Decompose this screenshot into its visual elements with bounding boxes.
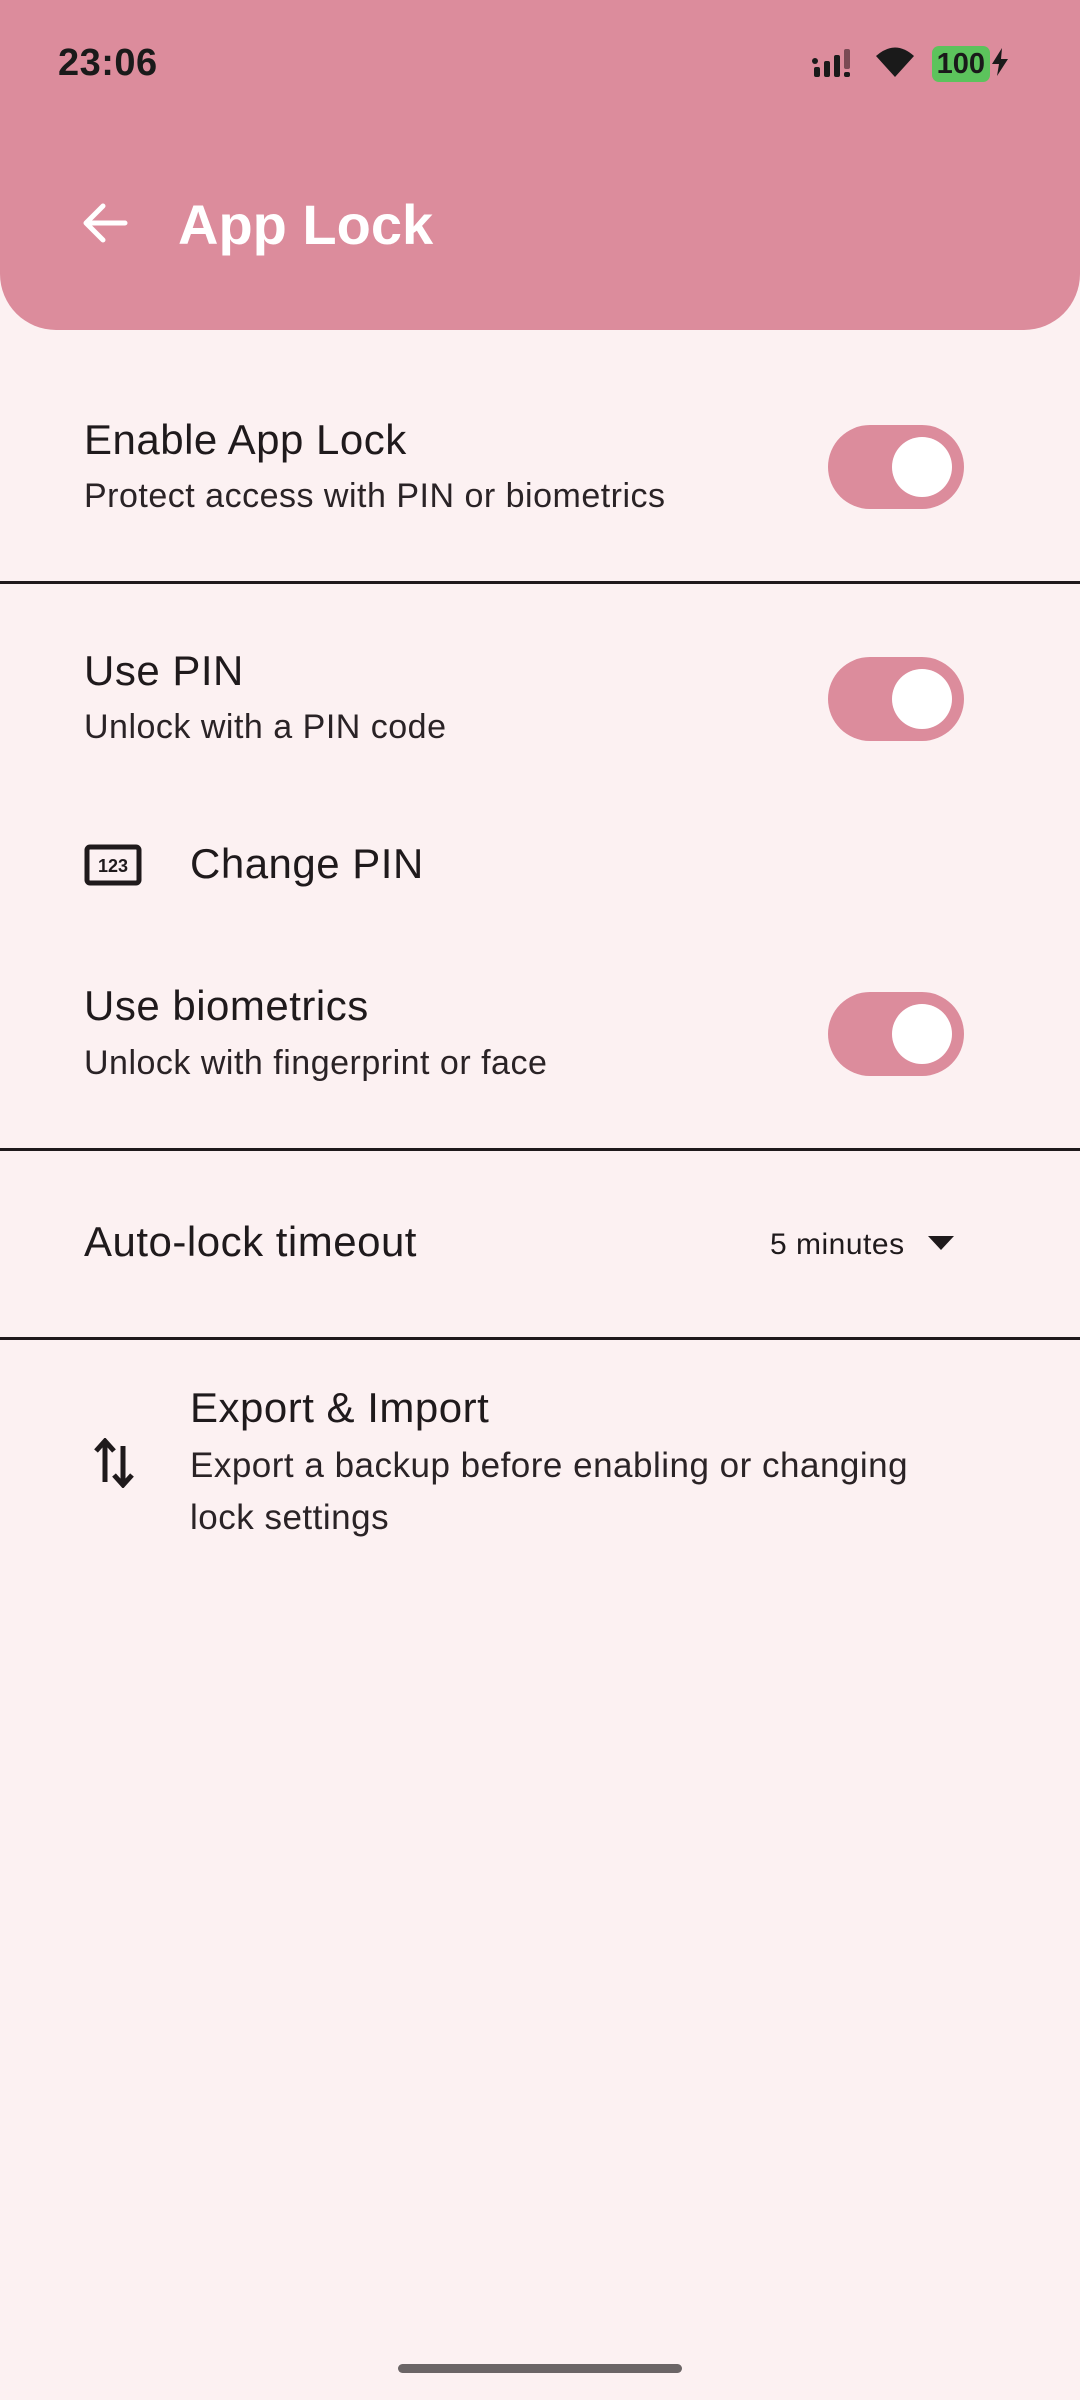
setting-title: Change PIN [190,840,424,887]
charging-icon [990,47,1010,82]
use-pin-switch[interactable] [828,657,964,741]
setting-subtitle-line2: lock settings [190,1498,390,1537]
battery-icon: 100 [931,46,1010,82]
swap-vertical-icon [94,1437,134,1493]
use-biometrics-switch[interactable] [828,992,964,1076]
dropdown-arrow-icon [927,1235,955,1256]
signal-icon [811,45,858,84]
auto-lock-dropdown[interactable]: 5 minutes [770,1220,955,1270]
setting-subtitle: Protect access with PIN or biometrics [84,477,666,515]
divider [0,581,1080,584]
setting-change-pin[interactable]: 123 Change PIN [0,800,1080,930]
switch-knob [892,437,952,497]
divider [0,1148,1080,1151]
svg-text:123: 123 [98,856,128,876]
switch-knob [892,1004,952,1064]
setting-use-pin[interactable]: Use PIN Unlock with a PIN code [0,622,1080,772]
page-title: App Lock [178,193,434,256]
divider [0,1337,1080,1340]
home-indicator[interactable] [398,2364,682,2373]
back-button[interactable] [70,190,140,260]
pin-123-icon: 123 [84,844,142,891]
app-bar: 23:06 100 App Lock [0,0,1080,330]
setting-title: Auto-lock timeout [84,1218,417,1265]
setting-title: Use PIN [84,647,244,694]
setting-subtitle: Unlock with fingerprint or face [84,1044,548,1082]
setting-title: Export & Import [190,1384,490,1431]
arrow-back-icon [81,202,129,249]
wifi-icon [874,45,916,84]
setting-enable-app-lock[interactable]: Enable App Lock Protect access with PIN … [0,390,1080,540]
switch-knob [892,669,952,729]
setting-subtitle: Unlock with a PIN code [84,708,447,746]
setting-subtitle-line1: Export a backup before enabling or chang… [190,1446,909,1485]
enable-app-lock-switch[interactable] [828,425,964,509]
setting-use-biometrics[interactable]: Use biometrics Unlock with fingerprint o… [0,958,1080,1108]
battery-level: 100 [931,46,990,82]
status-time: 23:06 [58,42,158,84]
setting-auto-lock-timeout: Auto-lock timeout 5 minutes [0,1170,1080,1320]
setting-title: Use biometrics [84,982,369,1029]
setting-export-import[interactable]: Export & Import Export a backup before e… [0,1370,1080,1570]
status-icons: 100 [811,44,1010,84]
dropdown-value: 5 minutes [770,1228,905,1261]
setting-title: Enable App Lock [84,416,407,463]
